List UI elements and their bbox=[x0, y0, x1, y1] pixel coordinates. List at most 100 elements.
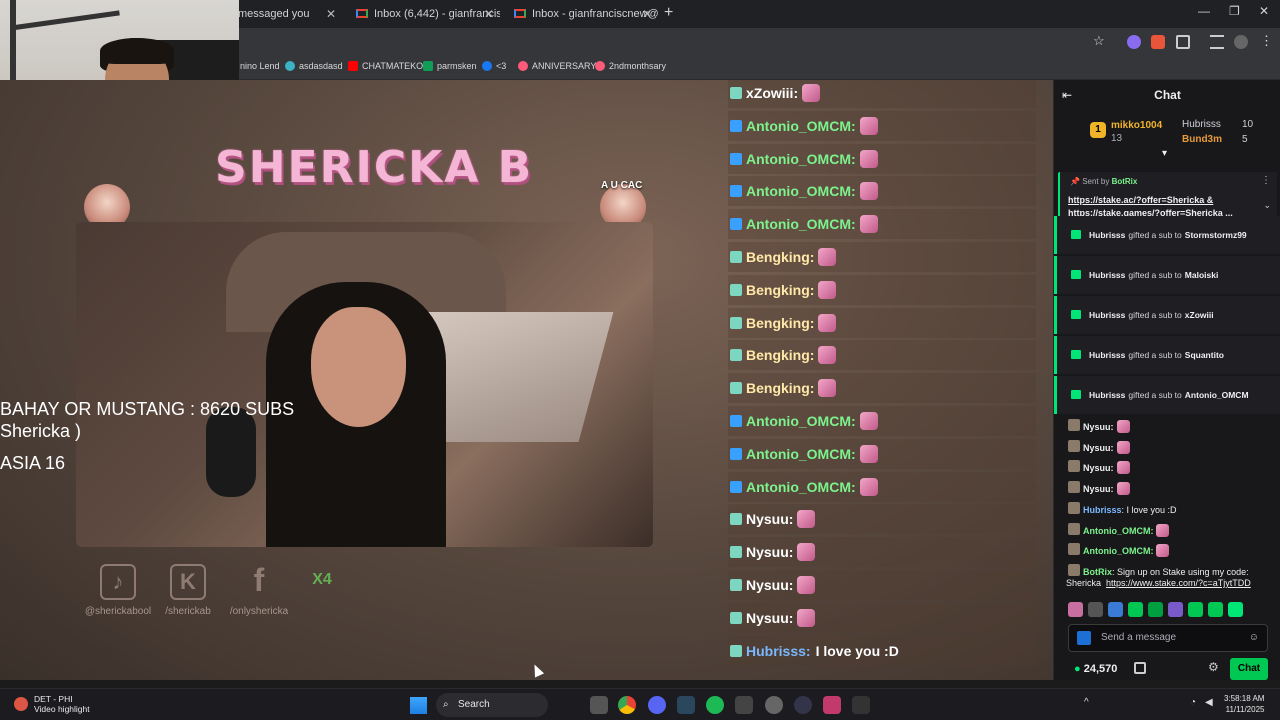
stream-chat-row: Nysuu: bbox=[728, 570, 1036, 600]
restore-icon[interactable]: ❐ bbox=[1229, 4, 1240, 18]
x4-icon: X4 bbox=[312, 571, 332, 588]
close-tab-icon[interactable]: ✕ bbox=[326, 4, 336, 24]
emote-icon bbox=[859, 215, 878, 234]
settings-gear-icon[interactable]: ⚙ bbox=[1208, 660, 1219, 674]
emote-icon bbox=[818, 280, 837, 299]
send-message-input[interactable]: Send a message ☺ bbox=[1068, 624, 1268, 652]
emoji-picker-icon[interactable]: ☺ bbox=[1249, 625, 1259, 651]
chat-username[interactable]: Nysuu: bbox=[1083, 422, 1114, 432]
emote-icon bbox=[818, 248, 837, 266]
minimize-icon[interactable]: — bbox=[1198, 4, 1210, 18]
stream-overlay-text: BAHAY OR MUSTANG : 8620 SUBS Shericka ) … bbox=[0, 398, 294, 474]
emote-icon[interactable] bbox=[1228, 602, 1243, 617]
chat-send-button[interactable]: Chat bbox=[1230, 658, 1268, 680]
emote-icon[interactable] bbox=[1068, 602, 1083, 617]
profile-avatar[interactable] bbox=[1234, 35, 1248, 49]
extension-icon[interactable] bbox=[1151, 35, 1165, 49]
taskbar-search[interactable]: ⌕ Search bbox=[436, 693, 548, 717]
gifter-name[interactable]: Hubrisss bbox=[1089, 310, 1125, 320]
tray-chevron-icon[interactable]: ^ bbox=[1084, 697, 1089, 708]
menu-kebab-icon[interactable]: ⋮ bbox=[1260, 33, 1274, 48]
app-icon[interactable] bbox=[852, 696, 870, 714]
gifter-name[interactable]: Hubrisss bbox=[1089, 350, 1125, 360]
bookmark-star-icon[interactable]: ☆ bbox=[1093, 33, 1107, 48]
tab-gmail-inbox-1[interactable]: Inbox (6,442) - gianfrancisc@gi ✕ bbox=[344, 4, 500, 28]
chat-username[interactable]: Nysuu: bbox=[1083, 443, 1114, 453]
gifter-name[interactable]: Hubrisss bbox=[1089, 270, 1125, 280]
emote-icon[interactable] bbox=[1148, 602, 1163, 617]
news-widget[interactable]: DET - PHI Video highlight bbox=[34, 694, 90, 714]
gift-recipient[interactable]: Antonio_OMCM bbox=[1185, 390, 1249, 400]
chat-username[interactable]: Antonio_OMCM: bbox=[1083, 526, 1153, 536]
stream-chat-row: Bengking: bbox=[728, 242, 1036, 272]
emote-icon[interactable] bbox=[1208, 602, 1223, 617]
app-icon[interactable] bbox=[735, 696, 753, 714]
chat-username[interactable]: Hubrisss bbox=[1083, 505, 1122, 515]
volume-icon[interactable]: ◀ bbox=[1205, 697, 1213, 708]
chat-message: Antonio_OMCM: bbox=[1066, 543, 1170, 558]
store-icon[interactable] bbox=[1134, 662, 1146, 674]
close-tab-icon[interactable]: ✕ bbox=[642, 4, 652, 24]
expand-leaderboard-icon[interactable]: ▾ bbox=[1162, 148, 1167, 159]
gift-recipient[interactable]: xZowiii bbox=[1185, 310, 1214, 320]
leaderboard-name[interactable]: mikko1004 bbox=[1111, 120, 1162, 131]
gift-recipient[interactable]: Maloiski bbox=[1185, 270, 1219, 280]
bookmark-item[interactable]: CHATMATEKO bbox=[348, 61, 423, 71]
gifter-name[interactable]: Hubrisss bbox=[1089, 230, 1125, 240]
task-view-icon[interactable] bbox=[590, 696, 608, 714]
emote-icon[interactable] bbox=[1088, 602, 1103, 617]
active-app-icon[interactable] bbox=[823, 696, 841, 714]
stream-chat-username: Antonio_OMCM: bbox=[746, 117, 856, 134]
system-clock[interactable]: 3:58:18 AM 11/11/2025 bbox=[1224, 693, 1264, 715]
sub-badge-icon bbox=[730, 316, 742, 329]
chevron-down-icon[interactable]: ⌄ bbox=[1263, 200, 1271, 211]
spotify-icon[interactable] bbox=[706, 696, 724, 714]
puzzle-icon[interactable] bbox=[1176, 35, 1190, 49]
chat-username[interactable]: BotRix bbox=[1083, 567, 1112, 577]
chat-username[interactable]: Antonio_OMCM: bbox=[1083, 546, 1153, 556]
chat-message: Antonio_OMCM: bbox=[1066, 523, 1170, 538]
sub-badge-icon bbox=[730, 480, 742, 493]
chat-username[interactable]: Nysuu: bbox=[1083, 463, 1114, 473]
chat-header: ⇤ Chat bbox=[1054, 80, 1280, 112]
steam-icon[interactable] bbox=[677, 696, 695, 714]
stream-chat-row: Nysuu: bbox=[728, 602, 1036, 633]
emote-icon[interactable] bbox=[1108, 602, 1123, 617]
extension-icon[interactable] bbox=[1127, 35, 1141, 49]
chat-username[interactable]: Nysuu: bbox=[1083, 484, 1114, 494]
gift-icon bbox=[1071, 310, 1081, 319]
close-tab-icon[interactable]: ✕ bbox=[484, 4, 494, 24]
overlay-line: Shericka ) bbox=[0, 421, 82, 441]
stream-chat-row: Antonio_OMCM: bbox=[728, 438, 1036, 469]
leaderboard-name[interactable]: Hubrisss bbox=[1182, 119, 1221, 130]
reading-list-icon[interactable] bbox=[1210, 35, 1224, 49]
tab-messaged-you[interactable]: messaged you ✕ bbox=[226, 4, 342, 28]
gift-recipient[interactable]: Squantito bbox=[1185, 350, 1224, 360]
emote-icon[interactable] bbox=[1168, 602, 1183, 617]
bookmark-item[interactable]: <3 bbox=[482, 61, 506, 71]
chat-link[interactable]: https://www.stake.com/?c=aTjytTDD bbox=[1106, 577, 1251, 590]
gift-recipient[interactable]: Stormstormz99 bbox=[1185, 230, 1247, 240]
emote-icon[interactable] bbox=[1188, 602, 1203, 617]
app-icon[interactable] bbox=[794, 696, 812, 714]
bookmark-item[interactable]: asdasdasd bbox=[285, 61, 343, 71]
bookmark-item[interactable]: nino Lend bbox=[240, 61, 280, 71]
emote-icon bbox=[1156, 544, 1170, 557]
app-icon[interactable] bbox=[765, 696, 783, 714]
leaderboard-name[interactable]: Bund3m bbox=[1182, 134, 1222, 145]
bookmark-item[interactable]: parmsken bbox=[423, 61, 477, 71]
wifi-icon[interactable]: ◔ bbox=[1190, 697, 1196, 708]
discord-icon[interactable] bbox=[648, 696, 666, 714]
windows-start-icon[interactable] bbox=[410, 697, 427, 714]
bookmark-item[interactable]: 2ndmonthsary bbox=[595, 61, 666, 71]
emote-bar bbox=[1068, 602, 1278, 618]
more-options-icon[interactable]: ⋮ bbox=[1261, 175, 1271, 186]
tab-gmail-inbox-2[interactable]: Inbox - gianfranciscnew@gma ✕ bbox=[502, 4, 658, 28]
bookmark-item[interactable]: ANNIVERSARY bbox=[518, 61, 596, 71]
channel-points[interactable]: ● 24,570 bbox=[1074, 663, 1117, 675]
new-tab-button[interactable]: + bbox=[664, 4, 673, 22]
gifter-name[interactable]: Hubrisss bbox=[1089, 390, 1125, 400]
chrome-icon[interactable] bbox=[618, 696, 636, 714]
close-window-icon[interactable]: ✕ bbox=[1259, 4, 1269, 18]
emote-icon[interactable] bbox=[1128, 602, 1143, 617]
